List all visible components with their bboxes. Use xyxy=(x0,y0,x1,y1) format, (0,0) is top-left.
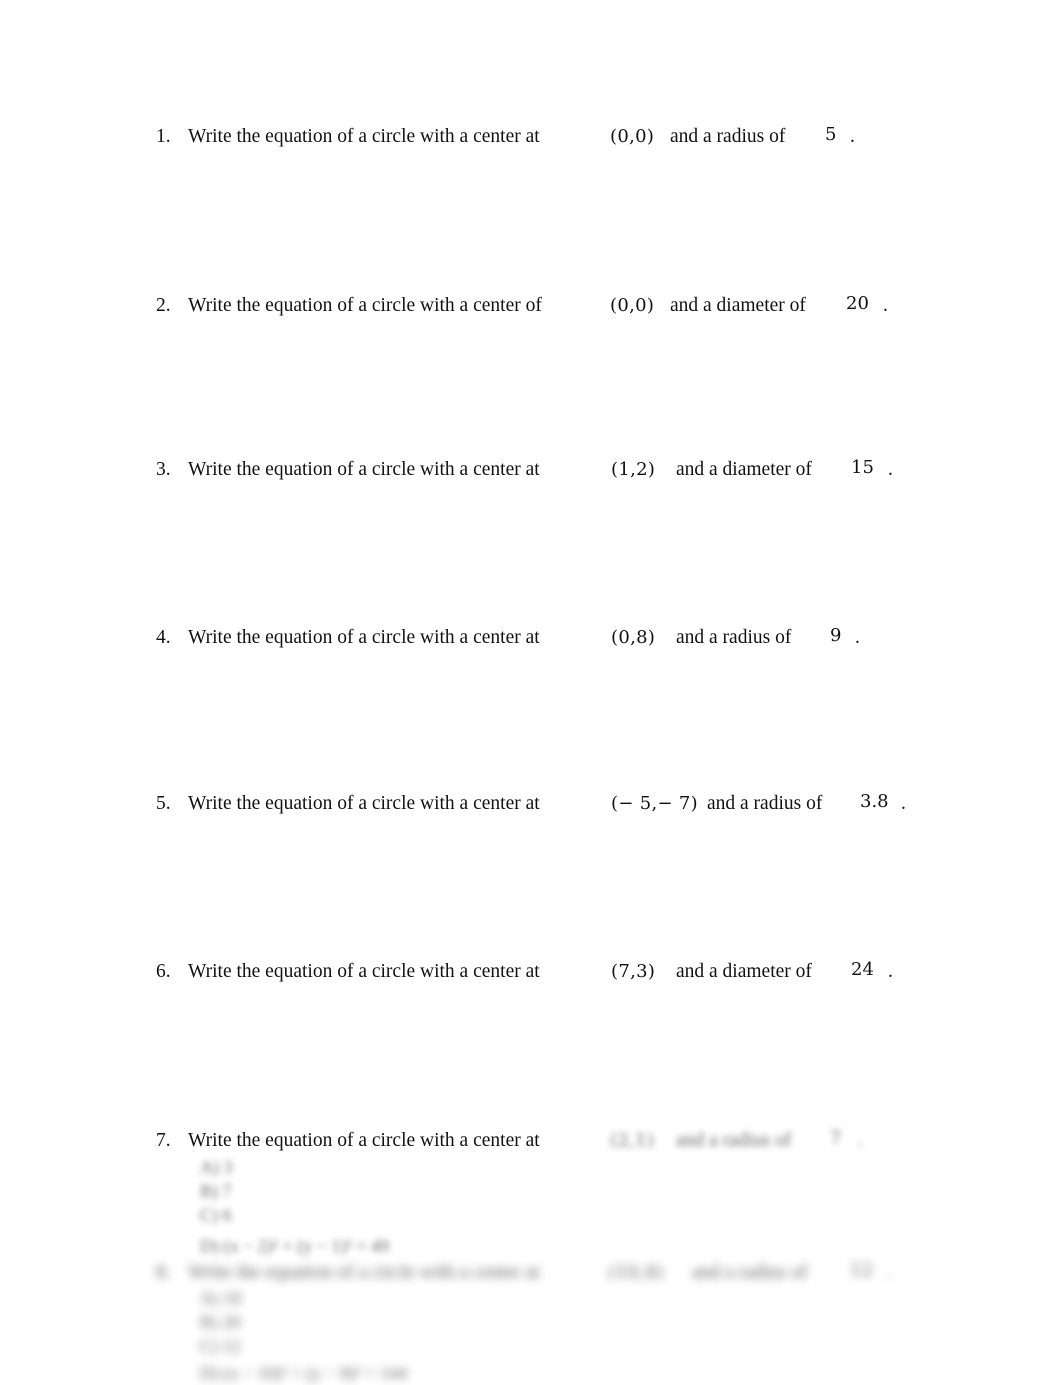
measure-label: and a radius of xyxy=(692,1262,808,1283)
measure-value: 15 xyxy=(851,457,874,478)
problem-5: 5. Write the equation of a circle with a… xyxy=(0,789,1062,819)
problem-number: 4. xyxy=(156,627,171,648)
center-point: (10,8) xyxy=(608,1262,664,1283)
problem-stem: Write the equation of a circle with a ce… xyxy=(188,126,540,147)
measure-label: and a radius of xyxy=(676,1130,792,1151)
problem-stem: Write the equation of a circle with a ce… xyxy=(188,1130,540,1151)
answer-choice: B) 7 xyxy=(200,1181,232,1201)
answer-choice: D) (x − 10)² + (y − 8)² = 144 xyxy=(200,1363,407,1383)
answer-choice: C) 12 xyxy=(200,1336,241,1356)
problem-stem: Write the equation of a circle with a ce… xyxy=(188,459,540,480)
problem-number: 3. xyxy=(156,459,171,480)
center-point: (1,2) xyxy=(611,459,656,480)
problem-stem: Write the equation of a circle with a ce… xyxy=(188,627,540,648)
period: . xyxy=(886,1262,891,1283)
center-point: (0,0) xyxy=(610,295,655,316)
measure-label: and a diameter of xyxy=(676,961,812,982)
period: . xyxy=(888,459,893,480)
problem-number: 6. xyxy=(156,961,171,982)
problem-6: 6. Write the equation of a circle with a… xyxy=(0,957,1062,987)
answer-choice: B) 20 xyxy=(200,1312,241,1332)
answer-choice: A) 3 xyxy=(200,1157,233,1177)
problem-2: 2. Write the equation of a circle with a… xyxy=(0,291,1062,321)
period: . xyxy=(850,126,855,147)
problem-4: 4. Write the equation of a circle with a… xyxy=(0,623,1062,653)
measure-label: and a radius of xyxy=(676,627,792,648)
problem-stem: Write the equation of a circle with a ce… xyxy=(188,961,540,982)
measure-label: and a radius of xyxy=(670,126,786,147)
measure-value: 20 xyxy=(846,293,869,314)
measure-value: 9 xyxy=(830,625,842,646)
problem-1: 1. Write the equation of a circle with a… xyxy=(0,122,1062,152)
center-point: (0,0) xyxy=(610,126,655,147)
period: . xyxy=(901,793,906,814)
measure-value: 5 xyxy=(825,124,837,145)
measure-label: and a diameter of xyxy=(676,459,812,480)
problem-8: 8. Write the equation of a circle with a… xyxy=(0,1258,1062,1288)
problem-7: 7. Write the equation of a circle with a… xyxy=(0,1126,1062,1156)
center-point: (0,8) xyxy=(611,627,656,648)
period: . xyxy=(855,627,860,648)
answer-choice: A) 10 xyxy=(200,1288,242,1308)
center-point: (7,3) xyxy=(611,961,656,982)
problem-number: 5. xyxy=(156,793,171,814)
measure-value: 3.8 xyxy=(860,791,889,812)
period: . xyxy=(883,295,888,316)
problem-stem: Write the equation of a circle with a ce… xyxy=(188,793,540,814)
period: . xyxy=(888,961,893,982)
problem-number: 1. xyxy=(156,126,171,147)
measure-label: and a diameter of xyxy=(670,295,806,316)
problem-3: 3. Write the equation of a circle with a… xyxy=(0,455,1062,485)
period: . xyxy=(858,1130,863,1151)
problem-number: 2. xyxy=(156,295,171,316)
measure-label: and a radius of xyxy=(707,793,823,814)
measure-value: 7 xyxy=(830,1128,842,1149)
problem-number: 8. xyxy=(156,1262,171,1283)
problem-stem: Write the equation of a circle with a ce… xyxy=(188,1262,540,1283)
center-point: (2,1) xyxy=(610,1130,655,1151)
worksheet-page: 1. Write the equation of a circle with a… xyxy=(0,0,1062,1383)
problem-number: 7. xyxy=(156,1130,171,1151)
problem-stem: Write the equation of a circle with a ce… xyxy=(188,295,542,316)
answer-choice: C) 6 xyxy=(200,1205,232,1225)
measure-value: 24 xyxy=(851,959,874,980)
center-point: (− 5,− 7) xyxy=(611,793,698,814)
answer-choice: D) (x − 2)² + (y − 1)² = 49 xyxy=(200,1236,389,1256)
measure-value: 12 xyxy=(850,1260,873,1281)
